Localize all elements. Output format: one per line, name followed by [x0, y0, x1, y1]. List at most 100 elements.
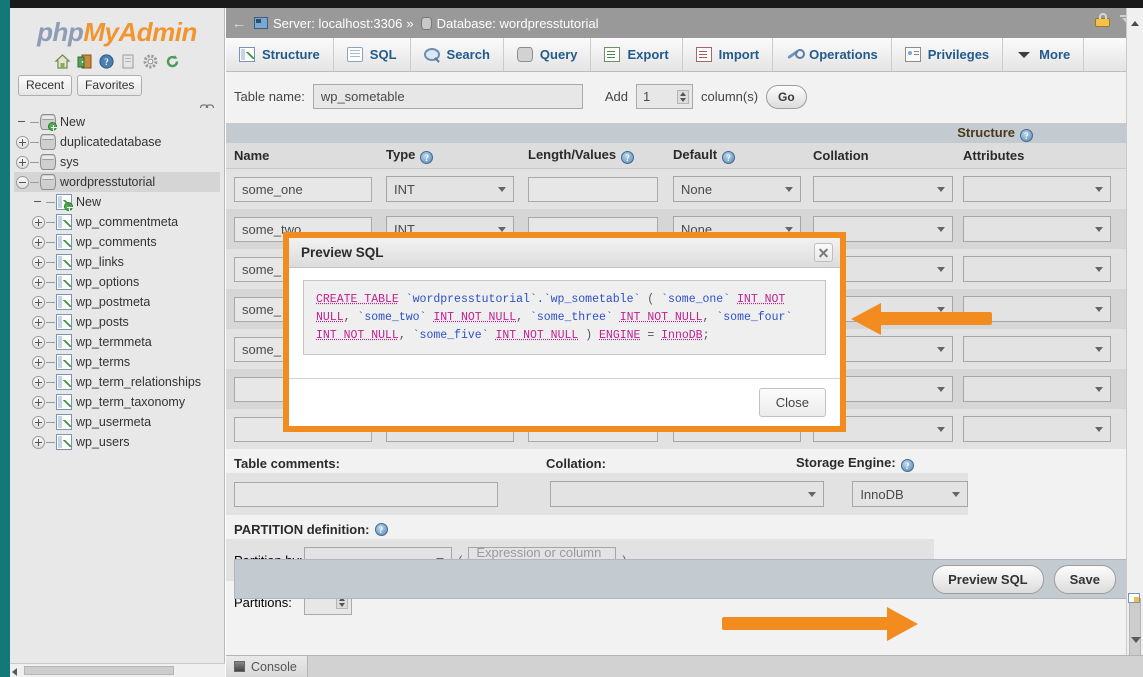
main-scroll-thumb[interactable]	[1129, 598, 1141, 658]
expand-icon[interactable]	[16, 135, 29, 149]
tree-item-wp-usermeta[interactable]: wp_usermeta	[14, 412, 220, 432]
tab-sql[interactable]: SQL	[334, 38, 411, 71]
close-icon[interactable]	[814, 243, 833, 262]
go-button[interactable]: Go	[766, 84, 807, 109]
tree-item-new[interactable]: New	[14, 112, 220, 132]
plus-badge-icon	[64, 202, 73, 211]
table-name-input[interactable]	[312, 84, 583, 109]
tree-item-wp-options[interactable]: wp_options	[14, 272, 220, 292]
tree-item-wp-posts[interactable]: wp_posts	[14, 312, 220, 332]
column-type-select[interactable]: INT	[386, 176, 514, 202]
refresh-icon[interactable]	[164, 53, 181, 70]
tab-export[interactable]: Export	[591, 38, 683, 71]
tree-item-wp-users[interactable]: wp_users	[14, 432, 220, 452]
collation-select[interactable]	[550, 481, 825, 507]
column-attributes-select[interactable]	[963, 216, 1111, 242]
tree-item-wp-terms[interactable]: wp_terms	[14, 352, 220, 372]
tab-search[interactable]: Search	[411, 38, 504, 71]
phpmyadmin-logo[interactable]: phpMyAdmin	[10, 8, 224, 50]
expand-icon[interactable]	[32, 355, 45, 369]
tree-item-duplicatedatabase[interactable]: duplicatedatabase	[14, 132, 220, 152]
tab-query[interactable]: Query	[504, 38, 592, 71]
column-collation-select[interactable]	[813, 176, 953, 202]
chevron-down-icon	[937, 186, 945, 192]
tree-item-label: wp_comments	[76, 235, 157, 249]
plus-badge-icon	[48, 122, 57, 131]
add-columns-stepper[interactable]: 1	[635, 84, 693, 109]
expand-icon[interactable]	[32, 275, 45, 289]
scroll-left-arrow-icon[interactable]	[12, 668, 17, 676]
logout-icon[interactable]	[76, 53, 93, 70]
breadcrumb-server[interactable]: Server: localhost:3306	[273, 16, 402, 31]
expand-icon[interactable]	[32, 235, 45, 249]
scroll-down-arrow-icon[interactable]	[1131, 637, 1141, 643]
expand-icon[interactable]	[32, 415, 45, 429]
tab-structure[interactable]: Structure	[226, 38, 334, 71]
expand-icon[interactable]	[32, 435, 45, 449]
expand-icon[interactable]	[32, 295, 45, 309]
partition-help-icon[interactable]: ?	[374, 522, 388, 536]
expand-icon[interactable]	[32, 215, 45, 229]
favorites-button[interactable]: Favorites	[77, 75, 143, 96]
column-attributes-select[interactable]	[963, 256, 1111, 282]
table-comments-input[interactable]	[234, 481, 499, 507]
expand-icon[interactable]	[32, 255, 45, 269]
help-icon[interactable]: ?	[722, 151, 736, 164]
tab-operations[interactable]: Operations	[773, 38, 892, 71]
expand-icon[interactable]	[32, 395, 45, 409]
help-icon[interactable]: ?	[621, 151, 635, 164]
home-icon[interactable]	[53, 53, 71, 70]
storage-engine-help-icon[interactable]: ?	[900, 458, 914, 472]
sql-id: `some_three`	[529, 310, 613, 324]
column-attributes-select[interactable]	[963, 416, 1111, 442]
tree-item-sys[interactable]: sys	[14, 152, 220, 172]
expand-icon[interactable]	[32, 315, 45, 329]
tree-item-new[interactable]: New	[14, 192, 220, 212]
main-vertical-scrollbar[interactable]	[1126, 38, 1143, 677]
docs-icon[interactable]	[120, 53, 137, 70]
tab-label: Query	[539, 47, 578, 62]
column-default-select[interactable]: None	[673, 176, 801, 202]
tree-item-wp-term-taxonomy[interactable]: wp_term_taxonomy	[14, 392, 220, 412]
stepper-arrows-icon[interactable]	[676, 89, 689, 104]
back-arrow-icon[interactable]: ←	[226, 15, 252, 32]
expand-icon[interactable]	[32, 335, 45, 349]
structure-label: Structure?	[957, 125, 1033, 142]
column-attributes-select[interactable]	[963, 376, 1111, 402]
tree-item-wp-term-relationships[interactable]: wp_term_relationships	[14, 372, 220, 392]
column-header-attributes: Attributes	[955, 148, 1115, 163]
storage-engine-select[interactable]: InnoDB	[852, 481, 968, 507]
sidebar-horizontal-scrollbar[interactable]	[10, 663, 225, 677]
expand-icon[interactable]	[32, 375, 45, 389]
tab-more[interactable]: More	[1003, 38, 1085, 71]
tree-item-label: wp_posts	[76, 315, 129, 329]
tree-item-wp-comments[interactable]: wp_comments	[14, 232, 220, 252]
collapse-icon[interactable]	[16, 175, 29, 189]
column-attributes-select[interactable]	[963, 176, 1111, 202]
expand-icon[interactable]	[16, 155, 29, 169]
tree-item-label: wp_postmeta	[76, 295, 151, 309]
column-header-label: Name	[234, 148, 270, 163]
column-name-input[interactable]	[234, 176, 372, 202]
help-icon[interactable]: ?	[98, 53, 115, 70]
console-toggle[interactable]: Console	[226, 656, 308, 677]
sidebar-scroll-thumb[interactable]	[24, 666, 174, 675]
help-icon[interactable]: ?	[420, 151, 434, 164]
breadcrumb-database[interactable]: Database: wordpresstutorial	[437, 16, 599, 31]
structure-help-icon[interactable]: ?	[1020, 129, 1033, 142]
tree-item-wp-termmeta[interactable]: wp_termmeta	[14, 332, 220, 352]
tab-import[interactable]: Import	[683, 38, 774, 71]
preview-sql-button[interactable]: Preview SQL	[932, 564, 1044, 594]
scroll-up-button[interactable]	[1126, 8, 1143, 38]
tree-item-wp-postmeta[interactable]: wp_postmeta	[14, 292, 220, 312]
settings-icon[interactable]	[142, 53, 159, 70]
column-length-input[interactable]	[528, 176, 658, 202]
tree-item-wp-commentmeta[interactable]: wp_commentmeta	[14, 212, 220, 232]
close-button[interactable]: Close	[758, 388, 826, 417]
tab-privileges[interactable]: Privileges	[892, 38, 1004, 71]
recent-button[interactable]: Recent	[18, 75, 73, 96]
table-icon	[56, 194, 73, 211]
tree-item-wordpresstutorial[interactable]: wordpresstutorial	[14, 172, 220, 192]
save-button[interactable]: Save	[1053, 564, 1116, 594]
tree-item-wp-links[interactable]: wp_links	[14, 252, 220, 272]
